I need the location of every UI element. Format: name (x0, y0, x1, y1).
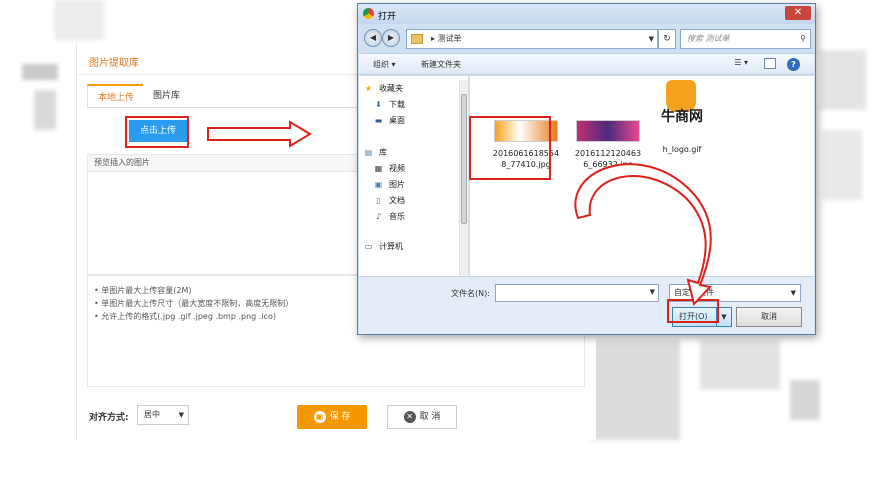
view-options-icon[interactable]: ☰ ▾ (734, 58, 748, 67)
organize-button[interactable]: 组织 ▾ (373, 59, 396, 70)
close-icon: ✕ (403, 410, 416, 423)
nav-label: 文档 (389, 196, 405, 205)
nav-label: 桌面 (389, 116, 405, 125)
dialog-titlebar[interactable]: 打开 ✕ (358, 4, 815, 24)
chevron-down-icon: ▼ (790, 289, 796, 297)
search-placeholder: 搜索 测试单 (687, 34, 730, 43)
chevron-down-icon[interactable]: ▼ (649, 30, 654, 48)
nav-label: 音乐 (389, 212, 405, 221)
preview-pane-icon[interactable] (764, 58, 776, 69)
nav-pictures[interactable]: ▣ 图片 (371, 178, 405, 192)
chrome-icon (363, 8, 374, 19)
filename-input[interactable]: ▼ (495, 284, 659, 302)
document-icon: ▯ (376, 196, 381, 205)
nav-documents[interactable]: ▯ 文档 (371, 194, 405, 208)
nav-label: 收藏夹 (379, 84, 403, 93)
dialog-footer: 文件名(N): ▼ 自定义文件 ▼ 打开(O) ▼ 取消 (359, 276, 814, 334)
nav-favorites[interactable]: ★ 收藏夹 (361, 82, 403, 96)
dialog-toolbar: 组织 ▾ 新建文件夹 ☰ ▾ ? (359, 53, 814, 75)
tab-local-upload[interactable]: 本地上传 (87, 84, 146, 108)
align-label: 对齐方式: (89, 413, 129, 423)
annotation-highlight-box (667, 299, 719, 323)
blurred-region (22, 64, 58, 80)
save-button[interactable]: ▣ 保 存 (297, 405, 367, 429)
nav-videos[interactable]: ▦ 视频 (371, 162, 405, 176)
filename-label: 文件名(N): (451, 289, 490, 298)
forward-button[interactable]: ▶ (382, 29, 400, 47)
address-bar: ◀ ▶ ▸ 测试单 ▼ ↻ 搜索 测试单 ⚲ (362, 28, 811, 50)
back-button[interactable]: ◀ (364, 29, 382, 47)
file-item[interactable]: 牛商网 h_logo.gif (642, 80, 722, 155)
desktop-icon: ▬ (374, 116, 383, 125)
nav-music[interactable]: ♪ 音乐 (371, 210, 405, 224)
new-folder-button[interactable]: 新建文件夹 (421, 59, 461, 70)
cancel-label: 取 消 (419, 412, 441, 422)
nav-downloads[interactable]: ⬇ 下载 (371, 98, 405, 112)
panel-title: 图片提取库 (89, 58, 139, 69)
search-icon: ⚲ (800, 34, 806, 43)
cow-logo-icon (666, 80, 696, 112)
pictures-icon: ▣ (374, 180, 383, 189)
save-icon: ▣ (313, 410, 326, 423)
blurred-region (700, 340, 780, 390)
file-name: 6_66932.jpg (583, 160, 633, 169)
save-label: 保 存 (329, 412, 351, 422)
star-icon: ★ (364, 84, 373, 93)
filetype-value: 自定义文件 (674, 288, 714, 297)
nav-label: 下载 (389, 100, 405, 109)
nav-label: 图片 (389, 180, 405, 189)
align-value: 居中 (144, 410, 160, 419)
annotation-highlight-box (469, 116, 551, 180)
tab-image-library[interactable]: 图片库 (143, 84, 191, 108)
dialog-title: 打开 (378, 12, 397, 22)
blurred-region (34, 90, 56, 130)
blurred-region (822, 130, 862, 200)
navigation-pane: ★ 收藏夹 ⬇ 下载 ▬ 桌面 ▤ 库 ▦ 视频 ▣ 图片 ▯ 文档 ♪ 音乐 ▭ 计算机 (359, 76, 469, 276)
downloads-icon: ⬇ (375, 100, 382, 109)
chevron-down-icon[interactable]: ▼ (650, 288, 655, 296)
cancel-button[interactable]: ✕ 取 消 (387, 405, 457, 429)
dialog-cancel-button[interactable]: 取消 (736, 307, 802, 327)
logo-text: 牛商网 (661, 109, 703, 125)
align-select[interactable]: 居中 ▼ (137, 405, 189, 425)
search-input[interactable]: 搜索 测试单 ⚲ (680, 29, 811, 49)
blurred-region (790, 380, 820, 420)
folder-icon (411, 34, 423, 44)
nav-library[interactable]: ▤ 库 (361, 146, 387, 160)
image-thumbnail (576, 120, 640, 142)
nav-label: 计算机 (379, 242, 403, 251)
annotation-highlight-box (125, 116, 189, 148)
nav-desktop[interactable]: ▬ 桌面 (371, 114, 405, 128)
video-icon: ▦ (374, 164, 383, 173)
path-breadcrumb[interactable]: ▸ 测试单 ▼ (406, 29, 658, 49)
nav-computer[interactable]: ▭ 计算机 (361, 240, 403, 254)
file-item[interactable]: 2016112120463 6_66932.jpg (568, 120, 648, 170)
music-icon: ♪ (375, 212, 382, 221)
close-button[interactable]: ✕ (785, 6, 811, 20)
nav-label: 库 (379, 148, 387, 157)
scrollbar[interactable] (459, 80, 468, 276)
refresh-button[interactable]: ↻ (658, 29, 676, 49)
path-text: 测试单 (437, 34, 462, 43)
file-name: h_logo.gif (662, 145, 702, 154)
file-name: 2016112120463 (574, 149, 642, 158)
blurred-region (820, 50, 866, 110)
scrollbar-thumb[interactable] (461, 94, 467, 224)
open-file-dialog: 打开 ✕ ◀ ▶ ▸ 测试单 ▼ ↻ 搜索 测试单 ⚲ 组织 ▾ 新建文件夹 ☰… (357, 3, 816, 335)
nav-label: 视频 (389, 164, 405, 173)
blurred-region (54, 0, 104, 40)
computer-icon: ▭ (364, 242, 373, 251)
caret-down-icon: ▼ (178, 411, 184, 419)
blurred-region (590, 340, 680, 440)
library-icon: ▤ (364, 148, 373, 157)
logo-thumbnail: 牛商网 (656, 80, 708, 138)
help-icon[interactable]: ? (787, 58, 800, 71)
